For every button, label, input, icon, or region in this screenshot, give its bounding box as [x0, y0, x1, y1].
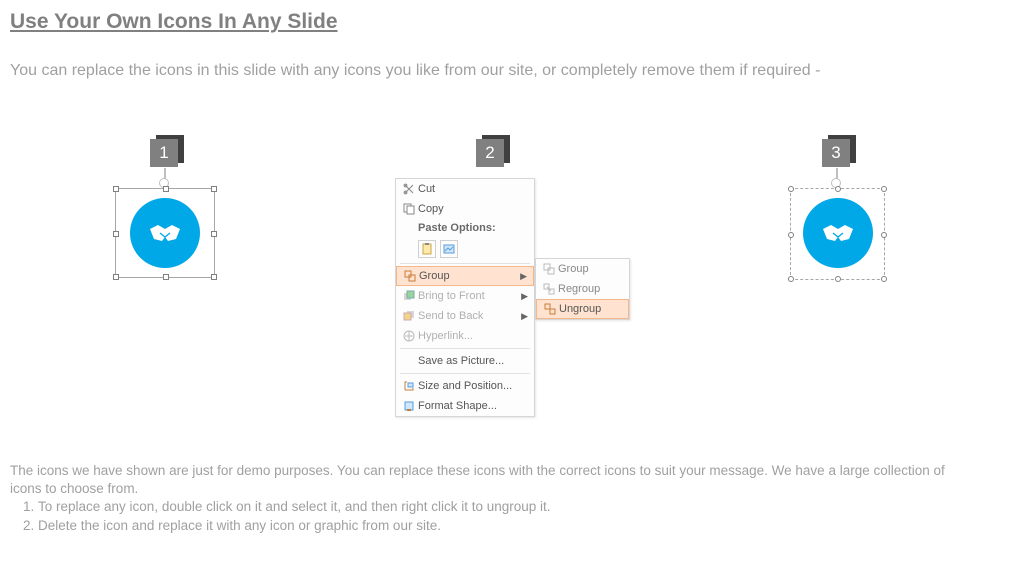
menu-item-save-as-picture[interactable]: Save as Picture... — [396, 351, 534, 371]
slide-title: Use Your Own Icons In Any Slide — [10, 10, 338, 34]
handshake-icon — [819, 219, 857, 247]
regroup-icon — [540, 283, 558, 295]
paste-option-theme[interactable] — [418, 240, 436, 258]
slide-subtitle: You can replace the icons in this slide … — [10, 60, 890, 82]
size-icon — [400, 380, 418, 392]
group-icon — [540, 263, 558, 275]
group-icon — [401, 270, 419, 282]
menu-item-size-position[interactable]: Size and Position... — [396, 376, 534, 396]
paste-options-heading: Paste Options: — [396, 219, 534, 237]
footer-text: The icons we have shown are just for dem… — [10, 462, 970, 535]
menu-label: Group — [419, 270, 529, 282]
handshake-icon — [146, 219, 184, 247]
submenu-item-group[interactable]: Group — [536, 259, 629, 279]
icon-circle[interactable] — [803, 198, 873, 268]
submenu-item-regroup[interactable]: Regroup — [536, 279, 629, 299]
context-menu: Cut Copy Paste Options: Group ▶ Bring to… — [395, 178, 535, 417]
footer-intro: The icons we have shown are just for dem… — [10, 462, 970, 498]
menu-item-hyperlink[interactable]: Hyperlink... — [396, 326, 534, 346]
menu-item-cut[interactable]: Cut — [396, 179, 534, 199]
step-number: 1 — [150, 139, 178, 167]
step-number: 2 — [476, 139, 504, 167]
menu-item-group[interactable]: Group ▶ — [396, 266, 534, 286]
menu-label: Bring to Front — [418, 290, 530, 302]
submenu-label: Ungroup — [559, 303, 601, 315]
menu-label: Hyperlink... — [418, 330, 530, 342]
paste-options-row — [396, 237, 534, 261]
menu-item-send-to-back[interactable]: Send to Back ▶ — [396, 306, 534, 326]
scissors-icon — [400, 183, 418, 195]
paste-option-picture[interactable] — [440, 240, 458, 258]
footer-step-1: To replace any icon, double click on it … — [38, 498, 970, 516]
menu-item-bring-to-front[interactable]: Bring to Front ▶ — [396, 286, 534, 306]
menu-separator — [400, 348, 530, 349]
step-badge-2: 2 — [476, 135, 506, 165]
step-number: 3 — [822, 139, 850, 167]
menu-separator — [400, 373, 530, 374]
menu-label: Size and Position... — [418, 380, 530, 392]
hyperlink-icon — [400, 330, 418, 342]
menu-label: Cut — [418, 183, 530, 195]
copy-icon — [400, 203, 418, 215]
menu-label: Save as Picture... — [418, 355, 530, 367]
submenu-item-ungroup[interactable]: Ungroup — [536, 299, 629, 319]
step-badge-3: 3 — [822, 135, 852, 165]
submenu-label: Regroup — [558, 283, 600, 295]
submenu-arrow-icon: ▶ — [520, 271, 527, 282]
menu-label: Format Shape... — [418, 400, 530, 412]
submenu-label: Group — [558, 263, 589, 275]
group-submenu: Group Regroup Ungroup — [535, 258, 630, 320]
submenu-arrow-icon: ▶ — [521, 311, 528, 322]
submenu-arrow-icon: ▶ — [521, 291, 528, 302]
menu-item-copy[interactable]: Copy — [396, 199, 534, 219]
menu-item-format-shape[interactable]: Format Shape... — [396, 396, 534, 416]
bring-front-icon — [400, 290, 418, 302]
format-shape-icon — [400, 400, 418, 412]
footer-step-2: Delete the icon and replace it with any … — [38, 517, 970, 535]
menu-label: Send to Back — [418, 310, 530, 322]
menu-separator — [400, 263, 530, 264]
step-badge-1: 1 — [150, 135, 180, 165]
ungroup-icon — [541, 303, 559, 315]
send-back-icon — [400, 310, 418, 322]
icon-circle[interactable] — [130, 198, 200, 268]
menu-label: Copy — [418, 203, 530, 215]
